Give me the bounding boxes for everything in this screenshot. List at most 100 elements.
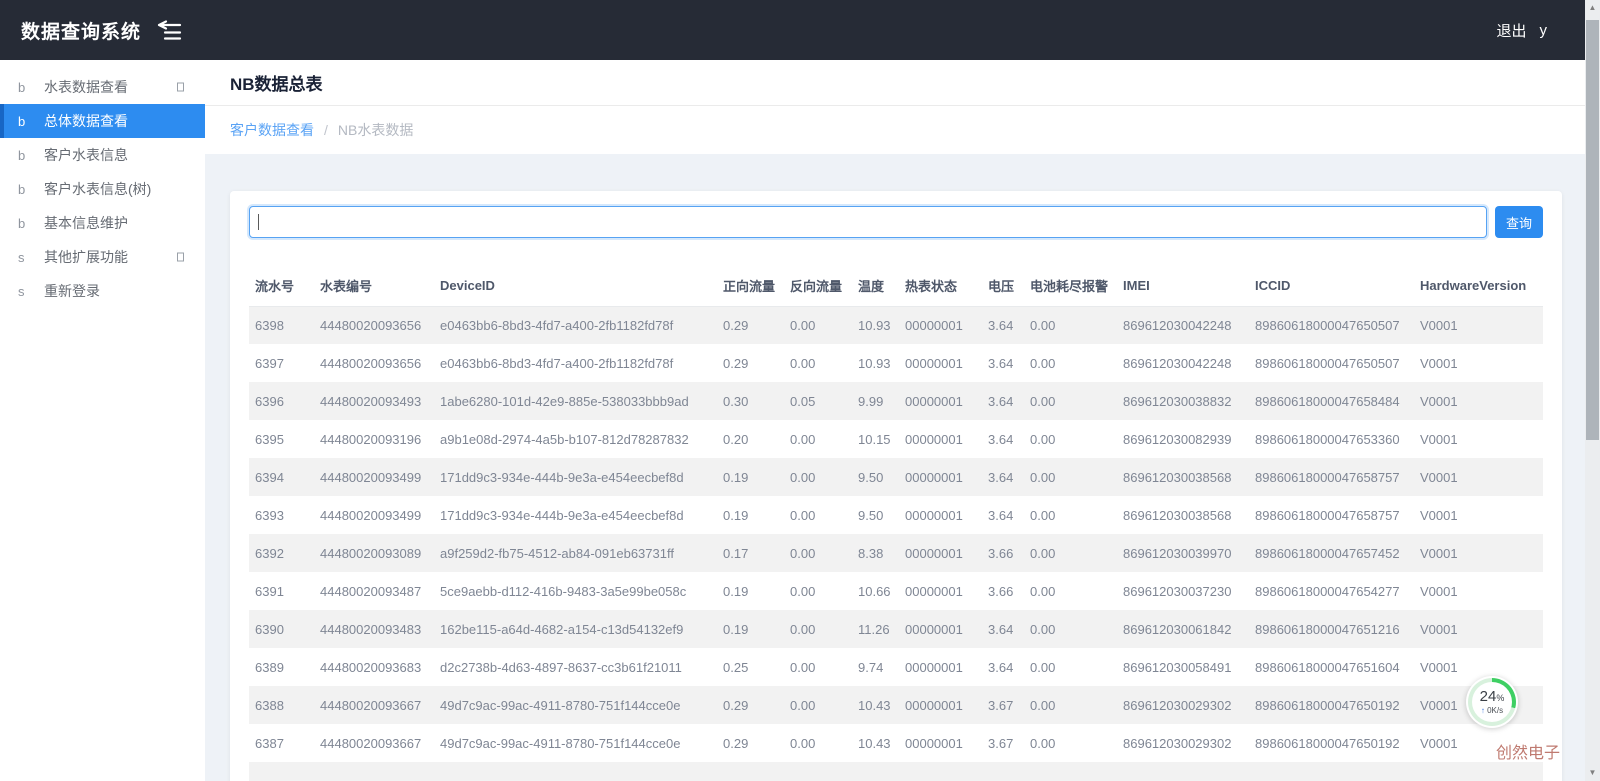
app-title: 数据查询系统 — [21, 17, 141, 44]
table-cell: 6397 — [249, 344, 314, 382]
search-row: 查询 — [249, 206, 1543, 238]
table-cell: 6387 — [249, 724, 314, 762]
table-cell: 00000001 — [899, 648, 982, 686]
table-cell: 0.00 — [784, 496, 852, 534]
table-cell: 869612030038568 — [1117, 496, 1249, 534]
logout-link[interactable]: 退出 — [1496, 20, 1526, 41]
table-body: 639844480020093656e0463bb6-8bd3-4fd7-a40… — [249, 306, 1543, 781]
top-bar: 数据查询系统 退出 y — [0, 0, 1600, 60]
sidebar-item[interactable]: b客户水表信息(树) — [0, 172, 205, 206]
table-cell: 0.00 — [784, 724, 852, 762]
table-cell: 44480020093499 — [314, 458, 434, 496]
table-row: 639244480020093089a9f259d2-fb75-4512-ab8… — [249, 534, 1543, 572]
table-cell: 0.00 — [1024, 496, 1117, 534]
table-cell: 89860618000047658757 — [1249, 496, 1414, 534]
table-cell — [982, 762, 1024, 781]
table-cell: 0.00 — [784, 686, 852, 724]
data-table: 流水号水表编号DeviceID正向流量反向流量温度热表状态电压电池耗尽报警IME… — [249, 266, 1543, 781]
table-cell: V0001 — [1414, 496, 1543, 534]
column-header: 电池耗尽报警 — [1024, 266, 1117, 306]
sidebar-item[interactable]: b客户水表信息 — [0, 138, 205, 172]
query-button[interactable]: 查询 — [1495, 206, 1543, 238]
column-header: 温度 — [852, 266, 899, 306]
column-header: HardwareVersion — [1414, 266, 1543, 306]
username-menu[interactable]: y — [1540, 22, 1548, 39]
table-cell: 44480020093667 — [314, 724, 434, 762]
table-cell: 3.66 — [982, 534, 1024, 572]
table-cell: 6395 — [249, 420, 314, 458]
table-cell: 171dd9c3-934e-444b-9e3a-e454eecbef8d — [434, 496, 717, 534]
sidebar-item[interactable]: s重新登录 — [0, 274, 205, 308]
table-cell: 0.19 — [717, 458, 784, 496]
table-cell: 89860618000047653360 — [1249, 420, 1414, 458]
table-cell: 869612030082939 — [1117, 420, 1249, 458]
menu-item-label: 重新登录 — [44, 281, 100, 301]
table-cell: a9f259d2-fb75-4512-ab84-091eb63731ff — [434, 534, 717, 572]
table-cell: 00000001 — [899, 420, 982, 458]
page-title: NB数据总表 — [230, 70, 323, 95]
table-cell: 00000001 — [899, 610, 982, 648]
table-row: 63884448002009366749d7c9ac-99ac-4911-878… — [249, 686, 1543, 724]
table-row: 6391444800200934875ce9aebb-d112-416b-948… — [249, 572, 1543, 610]
table-cell: 0.00 — [784, 344, 852, 382]
table-cell: 89860618000047657452 — [1249, 534, 1414, 572]
table-cell: 10.43 — [852, 686, 899, 724]
table-cell: 00000001 — [899, 572, 982, 610]
table-cell: 3.66 — [982, 572, 1024, 610]
scrollbar-thumb[interactable] — [1586, 20, 1599, 440]
table-cell: V0001 — [1414, 420, 1543, 458]
sidebar-item[interactable]: b总体数据查看 — [0, 104, 205, 138]
sidebar-menu: b水表数据查看b总体数据查看b客户水表信息b客户水表信息(树)b基本信息维护s其… — [0, 60, 205, 308]
table-cell: 9.50 — [852, 458, 899, 496]
table-cell: 0.29 — [717, 686, 784, 724]
scroll-up-icon[interactable]: ▲ — [1585, 1, 1600, 15]
table-cell: 869612030042248 — [1117, 344, 1249, 382]
table-cell: 0.00 — [784, 458, 852, 496]
sidebar-item[interactable]: b水表数据查看 — [0, 70, 205, 104]
table-cell: 10.15 — [852, 420, 899, 458]
table-cell: 00000001 — [899, 496, 982, 534]
table-cell: 6398 — [249, 306, 314, 344]
scroll-down-icon[interactable]: ▼ — [1585, 766, 1600, 780]
column-header: 流水号 — [249, 266, 314, 306]
table-cell: 3.67 — [982, 724, 1024, 762]
content-area: 查询 流水号水表编号DeviceID正向流量反向流量温度热表状态电压电池耗尽报警… — [205, 154, 1600, 781]
table-cell: 44480020093487 — [314, 572, 434, 610]
breadcrumb-link[interactable]: 客户数据查看 — [230, 120, 314, 140]
table-cell: 0.19 — [717, 610, 784, 648]
table-row: 639544480020093196a9b1e08d-2974-4a5b-b10… — [249, 420, 1543, 458]
sidebar-toggle-button[interactable] — [156, 20, 183, 40]
table-row: 63874448002009366749d7c9ac-99ac-4911-878… — [249, 724, 1543, 762]
download-speed-badge[interactable]: 24% ↑ 0K/s — [1466, 676, 1518, 728]
table-cell: e0463bb6-8bd3-4fd7-a400-2fb1182fd78f — [434, 306, 717, 344]
table-cell: 6388 — [249, 686, 314, 724]
table-cell: 0.00 — [1024, 686, 1117, 724]
table-cell — [314, 762, 434, 781]
vertical-scrollbar[interactable]: ▲ ▼ — [1585, 0, 1600, 781]
table-cell: 89860618000047650192 — [1249, 686, 1414, 724]
table-cell: 0.17 — [717, 534, 784, 572]
table-cell: 869612030039970 — [1117, 534, 1249, 572]
table-cell: 0.00 — [1024, 572, 1117, 610]
table-cell: 3.64 — [982, 306, 1024, 344]
table-cell: 44480020093483 — [314, 610, 434, 648]
table-cell: 869612030038832 — [1117, 382, 1249, 420]
table-wrap: 流水号水表编号DeviceID正向流量反向流量温度热表状态电压电池耗尽报警IME… — [249, 266, 1543, 781]
table-cell: V0001 — [1414, 458, 1543, 496]
table-cell: 00000001 — [899, 458, 982, 496]
table-cell: 3.64 — [982, 458, 1024, 496]
column-header: 热表状态 — [899, 266, 982, 306]
table-cell: 0.19 — [717, 496, 784, 534]
search-input[interactable] — [249, 206, 1487, 238]
table-header-row: 流水号水表编号DeviceID正向流量反向流量温度热表状态电压电池耗尽报警IME… — [249, 266, 1543, 306]
table-cell: 0.00 — [784, 306, 852, 344]
table-cell: 00000001 — [899, 724, 982, 762]
table-cell: 162be115-a64d-4682-a154-c13d54132ef9 — [434, 610, 717, 648]
sidebar-item[interactable]: s其他扩展功能 — [0, 240, 205, 274]
table-cell: e0463bb6-8bd3-4fd7-a400-2fb1182fd78f — [434, 344, 717, 382]
sidebar-item[interactable]: b基本信息维护 — [0, 206, 205, 240]
table-cell: 89860618000047651604 — [1249, 648, 1414, 686]
table-cell: 44480020093499 — [314, 496, 434, 534]
table-cell: d2c2738b-4d63-4897-8637-cc3b61f21011 — [434, 648, 717, 686]
table-cell: 89860618000047650507 — [1249, 344, 1414, 382]
